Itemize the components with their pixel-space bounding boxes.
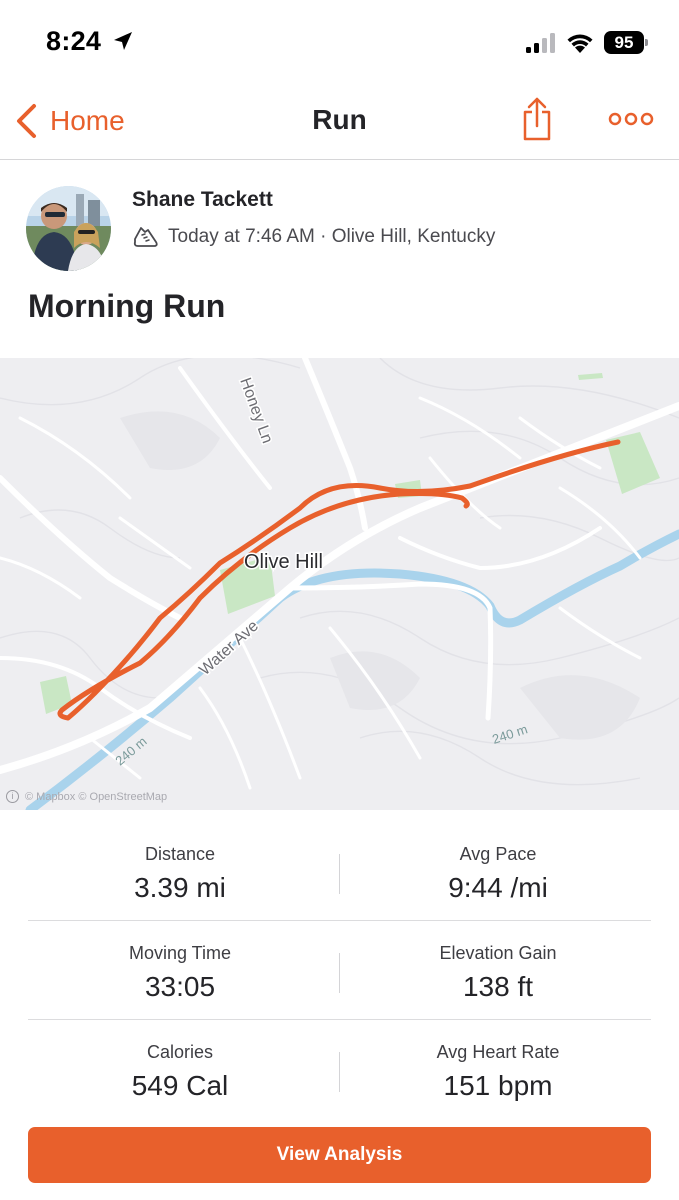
stat-label: Avg Heart Rate [436, 1042, 560, 1062]
stat-value: 549 Cal [131, 1070, 229, 1101]
stats-row: Calories 549 Cal Avg Heart Rate 151 bpm [28, 1020, 651, 1119]
back-label: Home [50, 105, 125, 136]
stat-label: Calories [146, 1042, 214, 1062]
running-shoe-icon [133, 227, 158, 247]
avatar[interactable] [26, 186, 111, 271]
location-arrow-icon [114, 32, 132, 50]
stat-moving-time: Moving Time 33:05 [30, 921, 330, 1020]
athlete-name[interactable]: Shane Tackett [132, 188, 273, 212]
activity-title: Morning Run [28, 288, 226, 324]
stat-divider [339, 1052, 340, 1092]
avatar-photo [26, 186, 111, 271]
stat-distance: Distance 3.39 mi [30, 822, 330, 921]
stat-avg-heart-rate: Avg Heart Rate 151 bpm [348, 1020, 648, 1119]
activity-meta: Today at 7:46 AM · Olive Hill, Kentucky [132, 224, 495, 250]
stat-calories: Calories 549 Cal [30, 1020, 330, 1119]
map-canvas: Olive Hill Honey Ln Water Ave 240 m 240 … [0, 358, 679, 810]
map-street-label-water: Water Ave [196, 617, 262, 678]
wifi-icon [567, 34, 593, 53]
share-icon[interactable] [520, 96, 554, 142]
status-time: 8:24 [46, 26, 102, 56]
info-icon[interactable]: i [6, 790, 19, 803]
route-map[interactable]: Olive Hill Honey Ln Water Ave 240 m 240 … [0, 358, 679, 810]
stats-row: Moving Time 33:05 Elevation Gain 138 ft [28, 921, 651, 1020]
stats-row: Distance 3.39 mi Avg Pace 9:44 /mi [28, 822, 651, 921]
battery-icon: 95 [604, 31, 648, 54]
stat-value: 151 bpm [443, 1070, 553, 1101]
chevron-left-icon [17, 104, 36, 138]
map-place-label: Olive Hill [244, 551, 323, 573]
stat-avg-pace: Avg Pace 9:44 /mi [348, 822, 648, 921]
stat-divider [339, 953, 340, 993]
stats-grid: Distance 3.39 mi Avg Pace 9:44 /mi Movin… [28, 822, 651, 1119]
stat-label: Distance [144, 844, 216, 864]
view-analysis-button[interactable]: View Analysis [28, 1127, 651, 1183]
nav-bar: Home Run [0, 82, 679, 160]
stat-value: 9:44 /mi [448, 872, 548, 903]
stat-value: 138 ft [462, 971, 534, 1002]
stat-value: 33:05 [144, 971, 216, 1002]
stat-divider [339, 854, 340, 894]
map-street-label-honey: Honey Ln [236, 376, 275, 446]
stat-label: Avg Pace [459, 844, 537, 864]
stat-label: Elevation Gain [439, 943, 557, 963]
stat-value: 3.39 mi [134, 872, 226, 903]
stat-elevation-gain: Elevation Gain 138 ft [348, 921, 648, 1020]
stat-label: Moving Time [128, 943, 232, 963]
back-button[interactable]: Home [14, 100, 125, 142]
activity-time-location: Today at 7:46 AM · Olive Hill, Kentucky [168, 226, 496, 247]
more-icon[interactable] [608, 108, 654, 130]
cellular-signal-icon [526, 33, 555, 53]
battery-level: 95 [604, 31, 644, 54]
map-attribution[interactable]: i © Mapbox © OpenStreetMap [6, 790, 167, 803]
status-bar: 8:24 95 [0, 0, 679, 82]
